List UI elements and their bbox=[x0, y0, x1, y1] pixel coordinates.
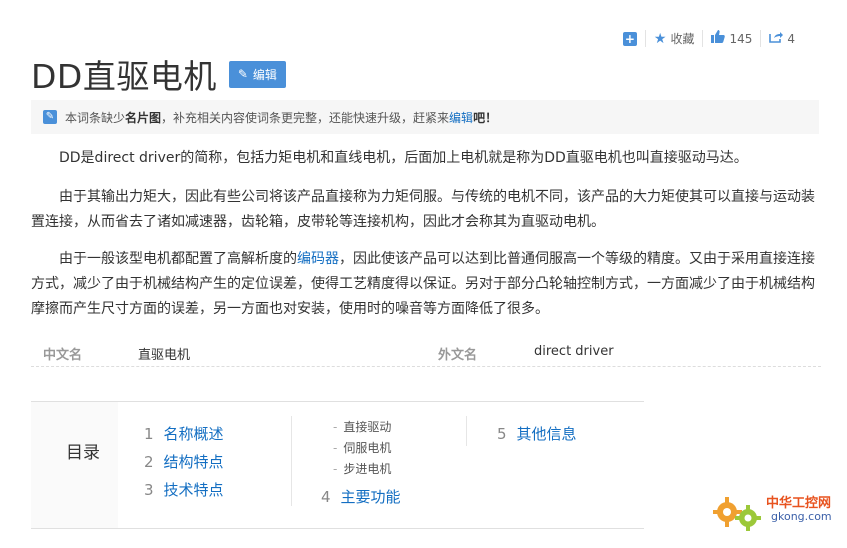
watermark-name: 中华工控网 bbox=[766, 496, 832, 511]
catalog-divider bbox=[291, 416, 292, 506]
paragraph-1: DD是direct driver的简称，包括力矩电机和直线电机，后面加上电机就是… bbox=[59, 150, 748, 166]
star-icon: ★ bbox=[653, 30, 667, 47]
catalog-item-3[interactable]: 3 技术特点 bbox=[144, 479, 224, 500]
watermark-gears-icon bbox=[713, 497, 761, 531]
catalog-title: 目录 bbox=[66, 443, 100, 463]
title-row: DD直驱电机 ✎ 编辑 bbox=[31, 50, 286, 98]
basic-info: 中文名 直驱电机 外文名 direct driver bbox=[31, 340, 821, 367]
info-key-foreign-name: 外文名 bbox=[438, 348, 478, 363]
favorite-button[interactable]: ★ 收藏 bbox=[644, 30, 703, 47]
like-button[interactable]: 145 bbox=[702, 30, 760, 47]
pencil-icon: ✎ bbox=[237, 67, 248, 81]
info-value-foreign-name: direct driver bbox=[534, 344, 614, 359]
notice-edit-link[interactable]: 编辑 bbox=[449, 109, 473, 126]
page-title: DD直驱电机 bbox=[31, 57, 217, 96]
catalog-divider bbox=[466, 416, 467, 446]
notice-prefix: 本词条缺少 bbox=[65, 110, 126, 125]
like-count: 145 bbox=[729, 31, 753, 46]
edit-label: 编辑 bbox=[252, 67, 277, 82]
missing-image-notice: ✎ 本词条缺少 名片图 ，补充相关内容使词条更完整，还能快速升级，赶紧来 编辑 吧！ bbox=[31, 100, 819, 134]
paragraph-2: 由于其输出力矩大，因此有些公司将该产品直接称为力矩伺服。与传统的电机不同，该产品… bbox=[31, 189, 815, 230]
catalog-subitem-2[interactable]: - 伺服电机 bbox=[333, 439, 391, 456]
watermark-domain: gkong.com bbox=[771, 510, 832, 523]
notice-suffix: 吧！ bbox=[473, 110, 498, 125]
catalog-item-2[interactable]: 2 结构特点 bbox=[144, 451, 224, 472]
paragraph-3-a: 由于一般该型电机都配置了高解析度的 bbox=[59, 251, 297, 267]
catalog-item-1[interactable]: 1 名称概述 bbox=[144, 423, 224, 444]
info-key-chinese-name: 中文名 bbox=[43, 348, 83, 363]
catalog-item-5[interactable]: 5 其他信息 bbox=[497, 423, 577, 444]
share-icon bbox=[769, 30, 784, 47]
add-button[interactable]: + bbox=[615, 31, 645, 46]
encoder-link[interactable]: 编码器 bbox=[297, 251, 339, 267]
share-count: 4 bbox=[787, 31, 795, 46]
notice-bold: 名片图 bbox=[125, 110, 162, 125]
catalog-subitem-1[interactable]: - 直接驱动 bbox=[333, 418, 391, 435]
paragraph-3: 由于一般该型电机都配置了高解析度的编码器，因此使该产品可以达到比普通伺服高一个等… bbox=[31, 247, 821, 322]
thumbs-up-icon bbox=[711, 30, 726, 47]
catalog-subitem-3[interactable]: - 步进电机 bbox=[333, 460, 391, 477]
share-button[interactable]: 4 bbox=[760, 30, 803, 47]
table-of-contents: 目录 1 名称概述 2 结构特点 3 技术特点 - 直接驱动 - 伺服电机 - 步进电机 4… bbox=[31, 401, 644, 529]
pencil-icon: ✎ bbox=[43, 110, 57, 124]
catalog-item-4[interactable]: 4 主要功能 bbox=[321, 486, 401, 507]
edit-button[interactable]: ✎ 编辑 bbox=[228, 60, 286, 88]
catalog-sidebar bbox=[31, 402, 118, 528]
favorite-label: 收藏 bbox=[670, 32, 695, 46]
plus-icon: + bbox=[622, 31, 637, 46]
notice-middle: ，补充相关内容使词条更完整，还能快速升级，赶紧来 bbox=[161, 110, 450, 125]
article-actions: + ★ 收藏 145 4 bbox=[615, 30, 803, 47]
info-value-chinese-name: 直驱电机 bbox=[138, 348, 191, 363]
